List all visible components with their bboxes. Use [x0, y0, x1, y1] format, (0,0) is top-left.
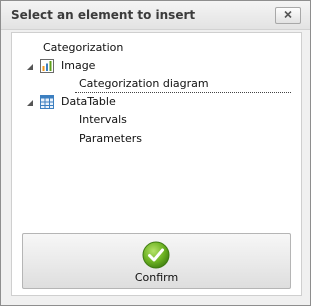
close-icon	[284, 11, 292, 18]
tree-node-datatable[interactable]: DataTable	[26, 94, 146, 110]
collapse-arrow-icon[interactable]	[26, 63, 34, 71]
tree-item-categorization-diagram[interactable]: Categorization diagram	[75, 76, 291, 93]
insert-element-dialog: Select an element to insert Categorizati…	[0, 0, 311, 306]
tree-root-label: Categorization	[43, 41, 124, 54]
table-grid-icon	[40, 95, 54, 109]
tree-node-datatable-label: DataTable	[61, 95, 116, 108]
bar-chart-icon	[40, 59, 54, 73]
close-button[interactable]	[275, 7, 301, 24]
tree-item-label: Parameters	[79, 132, 142, 145]
dialog-titlebar: Select an element to insert	[1, 1, 310, 30]
tree-node-image-label: Image	[61, 59, 96, 72]
dialog-title: Select an element to insert	[11, 8, 196, 22]
element-tree: Categorization Image Categorization diag…	[11, 32, 302, 296]
confirm-label: Confirm	[134, 271, 179, 284]
tree-node-image[interactable]: Image	[26, 58, 126, 74]
green-check-icon	[142, 241, 170, 269]
tree-item-label: Intervals	[79, 113, 127, 126]
collapse-arrow-icon[interactable]	[26, 99, 34, 107]
confirm-button[interactable]: Confirm	[22, 233, 291, 289]
tree-item-label: Categorization diagram	[79, 77, 209, 90]
